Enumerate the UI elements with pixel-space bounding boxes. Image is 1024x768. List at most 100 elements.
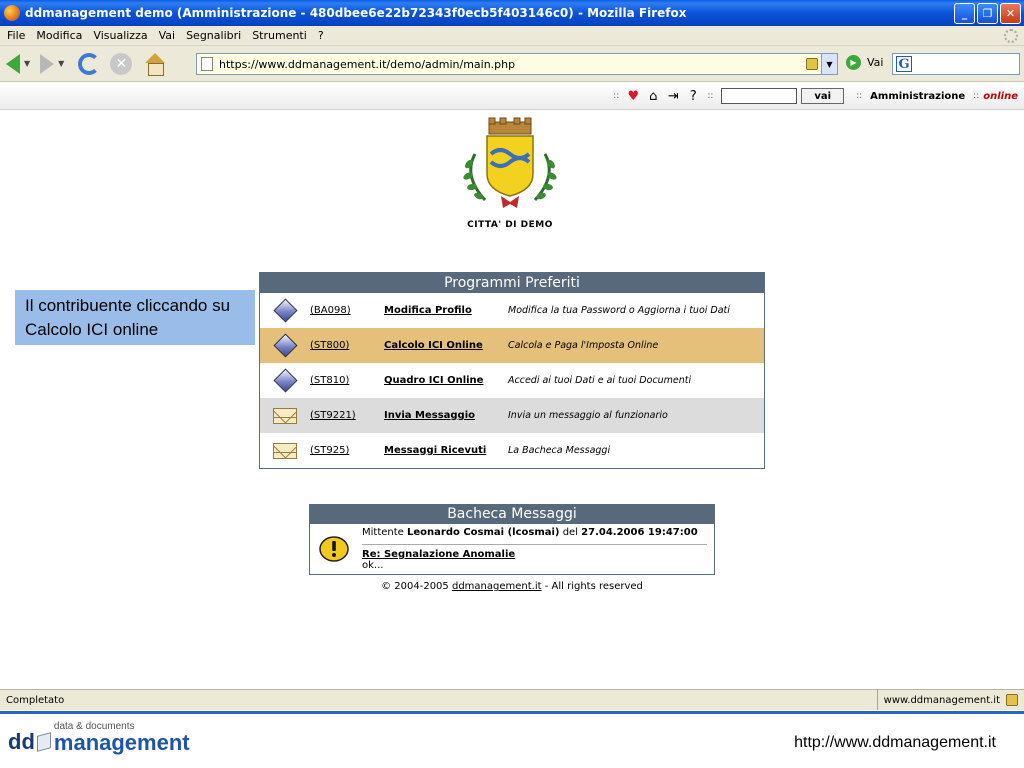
address-dropdown-icon[interactable]: ▼ bbox=[821, 54, 837, 74]
program-description: Accedi ai tuoi Dati e ai tuoi Documenti bbox=[508, 375, 692, 386]
program-description: Modifica la tua Password o Aggiorna i tu… bbox=[508, 305, 730, 316]
home-icon[interactable] bbox=[144, 52, 166, 76]
menu-help[interactable]: ? bbox=[315, 29, 332, 42]
site-search-button[interactable]: vai bbox=[801, 88, 845, 104]
status-domain: www.ddmanagement.it bbox=[876, 690, 1024, 710]
program-row-highlighted: (ST800) Calcolo ICI Online Calcola e Pag… bbox=[260, 328, 764, 363]
city-crest-icon bbox=[463, 117, 557, 208]
message-meta: Mittente Leonardo Cosmai (lcosmai) del 2… bbox=[362, 527, 698, 538]
callout-note: Il contribuente cliccando su Calcolo ICI… bbox=[15, 290, 255, 345]
message-subject-link[interactable]: Re: Segnalazione Anomalie bbox=[362, 549, 515, 560]
copyright: © 2004-2005 ddmanagement.it - All rights… bbox=[309, 581, 715, 592]
forward-arrow-icon bbox=[40, 53, 55, 74]
envelope-icon bbox=[273, 442, 297, 459]
program-row: (ST9221) Invia Messaggio Invia un messag… bbox=[260, 398, 764, 433]
panel-title: Programmi Preferiti bbox=[260, 273, 764, 293]
panel-title: Bacheca Messaggi bbox=[310, 505, 714, 524]
throbber-icon bbox=[1004, 28, 1018, 43]
status-domain-text: www.ddmanagement.it bbox=[883, 694, 1000, 706]
menu-vai[interactable]: Vai bbox=[156, 29, 183, 42]
restore-button[interactable]: ❐ bbox=[977, 2, 998, 24]
address-bar[interactable]: https://www.ddmanagement.it/demo/admin/m… bbox=[196, 53, 838, 75]
program-name-link[interactable]: Quadro ICI Online bbox=[384, 375, 508, 386]
copyright-suffix: - All rights reserved bbox=[544, 581, 643, 592]
go-label: Vai bbox=[867, 56, 884, 69]
divider bbox=[362, 544, 707, 545]
program-row: (ST810) Quadro ICI Online Accedi ai tuoi… bbox=[260, 363, 764, 398]
restore-icon: ❐ bbox=[982, 6, 993, 20]
firefox-logo-icon bbox=[4, 5, 20, 21]
window-titlebar: ddmanagement demo (Amministrazione - 480… bbox=[0, 0, 1024, 26]
logo-dd: dd bbox=[8, 729, 35, 754]
exit-icon[interactable]: ⇥ bbox=[665, 89, 681, 103]
cube-icon bbox=[36, 732, 51, 752]
program-code-link[interactable]: (ST810) bbox=[310, 375, 384, 386]
program-row: (ST925) Messaggi Ricevuti La Bacheca Mes… bbox=[260, 433, 764, 468]
program-name-link[interactable]: Calcolo ICI Online bbox=[384, 340, 508, 351]
online-status: online bbox=[983, 90, 1018, 102]
program-code-link[interactable]: (ST9221) bbox=[310, 410, 384, 421]
menu-bar: File Modifica Visualizza Vai Segnalibri … bbox=[0, 26, 1024, 46]
menu-segnalibri[interactable]: Segnalibri bbox=[183, 29, 249, 42]
help-icon[interactable]: ? bbox=[685, 89, 701, 103]
back-button[interactable]: ▼ bbox=[4, 50, 36, 78]
heart-icon[interactable]: ♥ bbox=[625, 89, 641, 103]
forward-dropdown-icon[interactable]: ▼ bbox=[58, 59, 64, 68]
close-button[interactable]: ✕ bbox=[1000, 2, 1021, 24]
program-code-link[interactable]: (ST925) bbox=[310, 445, 384, 456]
footer-divider bbox=[0, 711, 1024, 714]
search-box[interactable]: G bbox=[892, 53, 1020, 75]
copyright-prefix: © 2004-2005 bbox=[381, 581, 449, 592]
separator: :: bbox=[973, 91, 980, 101]
program-description: Invia un messaggio al funzionario bbox=[508, 410, 668, 421]
envelope-icon bbox=[273, 407, 297, 424]
program-description: Calcola e Paga l'Imposta Online bbox=[508, 340, 659, 351]
diamond-icon bbox=[272, 368, 298, 393]
warning-icon bbox=[319, 536, 349, 562]
menu-modifica[interactable]: Modifica bbox=[33, 29, 90, 42]
close-icon: ✕ bbox=[1005, 6, 1016, 20]
program-description: La Bacheca Messaggi bbox=[508, 445, 611, 456]
minimize-icon: _ bbox=[961, 6, 968, 20]
program-name-link[interactable]: Messaggi Ricevuti bbox=[384, 445, 508, 456]
site-search-input[interactable] bbox=[721, 88, 798, 104]
message-body: ok... bbox=[362, 560, 384, 571]
program-code-link[interactable]: (ST800) bbox=[310, 340, 384, 351]
sender-label: Mittente bbox=[362, 527, 404, 538]
minimize-button[interactable]: _ bbox=[954, 2, 975, 24]
back-dropdown-icon[interactable]: ▼ bbox=[24, 59, 30, 68]
message-board-panel: Bacheca Messaggi Mittente Leonardo Cosma… bbox=[309, 504, 715, 575]
program-code-link[interactable]: (BA098) bbox=[310, 305, 384, 316]
back-arrow-icon bbox=[6, 53, 20, 74]
padlock-icon[interactable] bbox=[806, 58, 818, 70]
copyright-link[interactable]: ddmanagement.it bbox=[452, 581, 542, 592]
sender-name: Leonardo Cosmai (lcosmai) bbox=[407, 527, 560, 538]
stop-icon[interactable]: ✕ bbox=[110, 52, 133, 75]
go-button[interactable]: ▶ Vai bbox=[846, 55, 883, 70]
footer-url: http://www.ddmanagement.it bbox=[794, 734, 996, 751]
section-label: Amministrazione bbox=[870, 90, 966, 102]
favorite-programs-panel: Programmi Preferiti (BA098) Modifica Pro… bbox=[259, 272, 765, 469]
address-url[interactable]: https://www.ddmanagement.it/demo/admin/m… bbox=[219, 58, 806, 71]
site-header: :: ♥ ⌂ ⇥ ? :: vai :: Amministrazione :: … bbox=[0, 83, 1024, 110]
diamond-icon bbox=[272, 298, 298, 323]
forward-button[interactable]: ▼ bbox=[40, 50, 70, 78]
diamond-icon bbox=[272, 333, 298, 358]
padlock-icon[interactable] bbox=[1006, 694, 1018, 706]
separator: :: bbox=[613, 91, 620, 101]
program-name-link[interactable]: Invia Messaggio bbox=[384, 410, 508, 421]
status-bar: Completato www.ddmanagement.it bbox=[0, 689, 1024, 710]
reload-icon[interactable] bbox=[78, 52, 101, 75]
menu-strumenti[interactable]: Strumenti bbox=[249, 29, 315, 42]
separator: :: bbox=[707, 91, 714, 101]
home-icon[interactable]: ⌂ bbox=[645, 89, 661, 103]
google-icon[interactable]: G bbox=[896, 56, 912, 72]
menu-visualizza[interactable]: Visualizza bbox=[90, 29, 155, 42]
status-text: Completato bbox=[6, 694, 65, 706]
program-name-link[interactable]: Modifica Profilo bbox=[384, 305, 508, 316]
navigation-toolbar: ▼ ▼ ✕ https://www.ddmanagement.it/demo/a… bbox=[0, 46, 1024, 82]
menu-file[interactable]: File bbox=[4, 29, 33, 42]
date-label: del bbox=[562, 527, 578, 538]
program-row: (BA098) Modifica Profilo Modifica la tua… bbox=[260, 293, 764, 328]
ddmanagement-logo: dd data & documents management bbox=[8, 722, 190, 754]
